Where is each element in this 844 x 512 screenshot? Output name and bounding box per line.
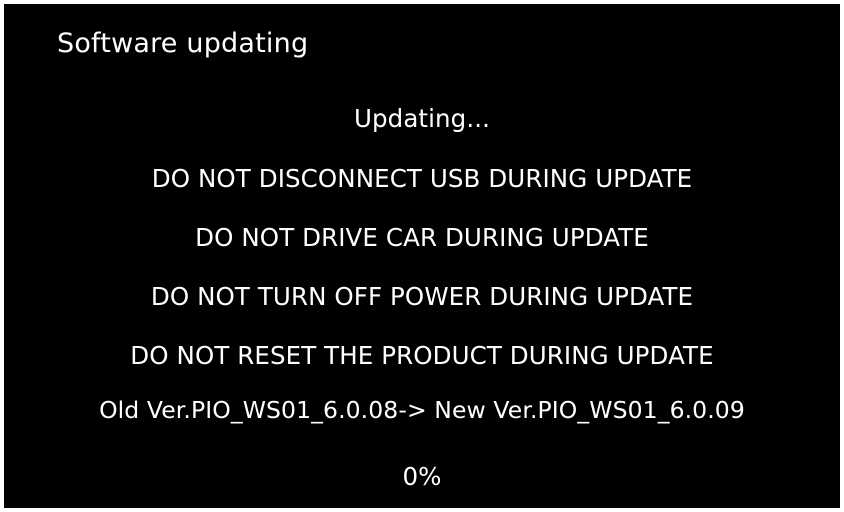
warning-drive: DO NOT DRIVE CAR DURING UPDATE bbox=[195, 223, 649, 252]
warning-usb: DO NOT DISCONNECT USB DURING UPDATE bbox=[151, 164, 693, 193]
version-info: Old Ver.PIO_WS01_6.0.08-> New Ver.PIO_WS… bbox=[99, 396, 745, 424]
update-screen: Software updating Updating... DO NOT DIS… bbox=[4, 4, 840, 508]
warning-power: DO NOT TURN OFF POWER DURING UPDATE bbox=[150, 282, 694, 311]
warning-reset: DO NOT RESET THE PRODUCT DURING UPDATE bbox=[130, 341, 714, 370]
screen-title: Software updating bbox=[57, 28, 309, 59]
progress-percentage: 0% bbox=[402, 462, 442, 491]
update-status-text: Updating... bbox=[353, 104, 490, 133]
